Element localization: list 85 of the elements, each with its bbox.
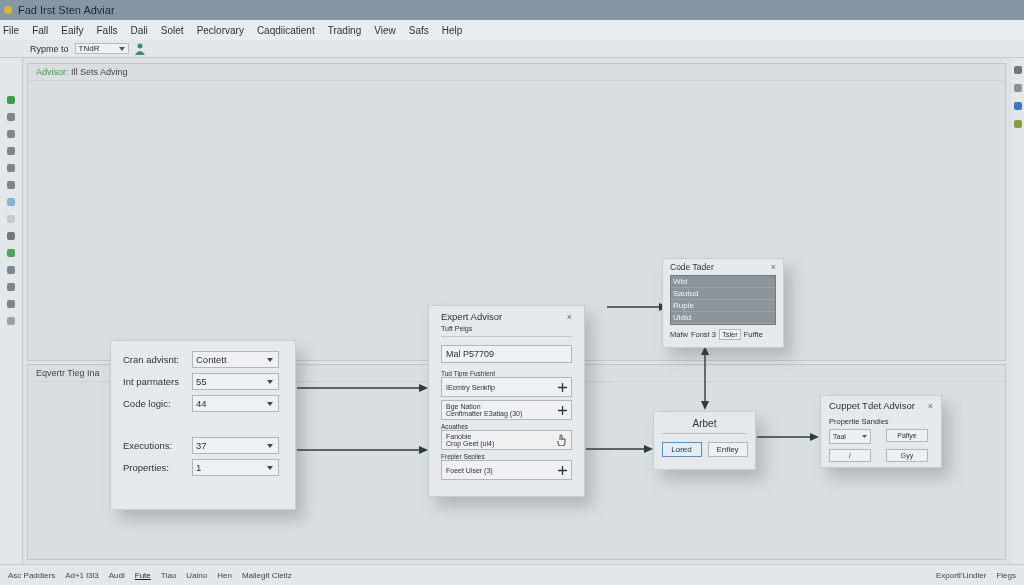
dialog-title: Expert Advisor <box>441 311 503 322</box>
toolbar-label: Rypme to <box>30 43 69 54</box>
menu-item[interactable]: File <box>3 24 20 36</box>
value-dropdown[interactable]: 1 <box>192 459 279 476</box>
arrow <box>585 445 653 453</box>
tool-icon[interactable] <box>7 198 15 206</box>
field-label: Code logic: <box>123 398 172 409</box>
tool-icon[interactable] <box>7 147 15 155</box>
tool-icon[interactable] <box>1014 66 1022 74</box>
tool-icon[interactable] <box>7 232 15 240</box>
person-icon[interactable] <box>135 42 146 55</box>
status-tab[interactable]: Mallegit Cleltz <box>241 570 292 580</box>
window-title: Fad Irst Sten Adviar <box>18 4 115 16</box>
dialog-button[interactable]: Enfley <box>707 442 748 457</box>
caret-icon <box>267 465 273 470</box>
menu-item[interactable]: Fall <box>32 24 49 36</box>
tool-icon[interactable] <box>7 215 15 223</box>
symbol-dropdown[interactable]: TNdR <box>74 43 130 54</box>
menu-item[interactable]: Safs <box>408 24 429 36</box>
tool-icon[interactable] <box>7 249 15 257</box>
value-dropdown[interactable]: 44 <box>192 395 279 412</box>
menu-item[interactable]: Help <box>441 24 463 36</box>
dialog-title: Cuppet Tdet Advisor <box>829 400 915 411</box>
double-arrow <box>701 346 709 410</box>
tool-icon[interactable] <box>7 300 15 308</box>
arrow <box>756 433 819 441</box>
field-label: Cran advisnt: <box>123 354 180 365</box>
caret-icon <box>119 46 126 51</box>
value-dropdown[interactable]: 55 <box>192 373 279 390</box>
caret-icon <box>267 379 273 384</box>
dialog-title: Code Tader <box>670 262 714 272</box>
close-button[interactable]: × <box>770 262 776 272</box>
hand-icon[interactable] <box>557 434 567 446</box>
dialog-button[interactable]: Lored <box>661 442 702 457</box>
tool-icon[interactable] <box>7 130 15 138</box>
tool-icon[interactable] <box>1014 120 1022 128</box>
field-label: Executions: <box>123 440 174 451</box>
caret-icon <box>267 401 273 406</box>
caret-icon <box>862 435 867 438</box>
tool-icon[interactable] <box>7 266 15 274</box>
status-tab[interactable]: Hen <box>217 570 232 580</box>
caret-icon <box>267 443 273 448</box>
tool-icon[interactable] <box>7 164 15 172</box>
status-tab[interactable]: Audl <box>108 570 125 580</box>
app-icon <box>4 6 12 14</box>
status-tab[interactable]: Uaino <box>186 570 208 580</box>
field-label: Int parmaters <box>123 376 180 387</box>
menu-item[interactable]: Dali <box>130 24 148 36</box>
status-item[interactable]: Exportl'Lindler <box>936 570 987 580</box>
table-cell-text: Wtd <box>672 277 689 286</box>
input-field[interactable]: Mal P57709 <box>441 345 572 363</box>
menu-item[interactable]: Falls <box>96 24 118 36</box>
status-tab[interactable]: Ad+1 l3l3 <box>65 570 99 580</box>
table-cell-text: Ruple <box>672 301 695 310</box>
close-button[interactable]: × <box>927 400 933 411</box>
menu-item[interactable]: Caqdiicatient <box>256 24 315 36</box>
menu-item[interactable]: Trading <box>327 24 362 36</box>
status-tab[interactable]: Tlao <box>160 570 177 580</box>
table-cell-text: Uldld <box>672 313 693 322</box>
value-dropdown[interactable]: Contett <box>192 351 279 368</box>
tool-icon[interactable] <box>7 96 15 104</box>
tool-icon[interactable] <box>7 283 15 291</box>
menu-item[interactable]: Solet <box>160 24 184 36</box>
tool-icon[interactable] <box>7 181 15 189</box>
add-icon[interactable] <box>558 465 567 475</box>
table-cell-text: Sautud <box>672 289 700 298</box>
dialog-title: Arbet <box>662 418 747 434</box>
menu-item[interactable]: Peclorvary <box>196 24 244 36</box>
tool-icon[interactable] <box>7 113 15 121</box>
status-tab[interactable]: Asc Paddlers <box>8 570 56 580</box>
value-dropdown[interactable]: 37 <box>192 437 279 454</box>
add-icon[interactable] <box>558 382 567 392</box>
status-item[interactable]: Flegs <box>996 570 1016 580</box>
field-label: Properties: <box>123 462 170 473</box>
tool-icon[interactable] <box>1014 102 1022 110</box>
tool-icon[interactable] <box>1014 84 1022 92</box>
add-icon[interactable] <box>558 405 567 415</box>
status-tab[interactable]: Fute <box>134 570 151 580</box>
close-button[interactable]: × <box>566 311 572 322</box>
menu-item[interactable]: View <box>374 24 396 36</box>
caret-icon <box>267 357 273 362</box>
tool-icon[interactable] <box>7 317 15 325</box>
panel-title: Eqvertr Tieg Ina <box>36 368 100 378</box>
panel-title: Advisor: Ill Sets Adving <box>36 67 128 77</box>
menu-item[interactable]: Eaify <box>61 24 84 36</box>
